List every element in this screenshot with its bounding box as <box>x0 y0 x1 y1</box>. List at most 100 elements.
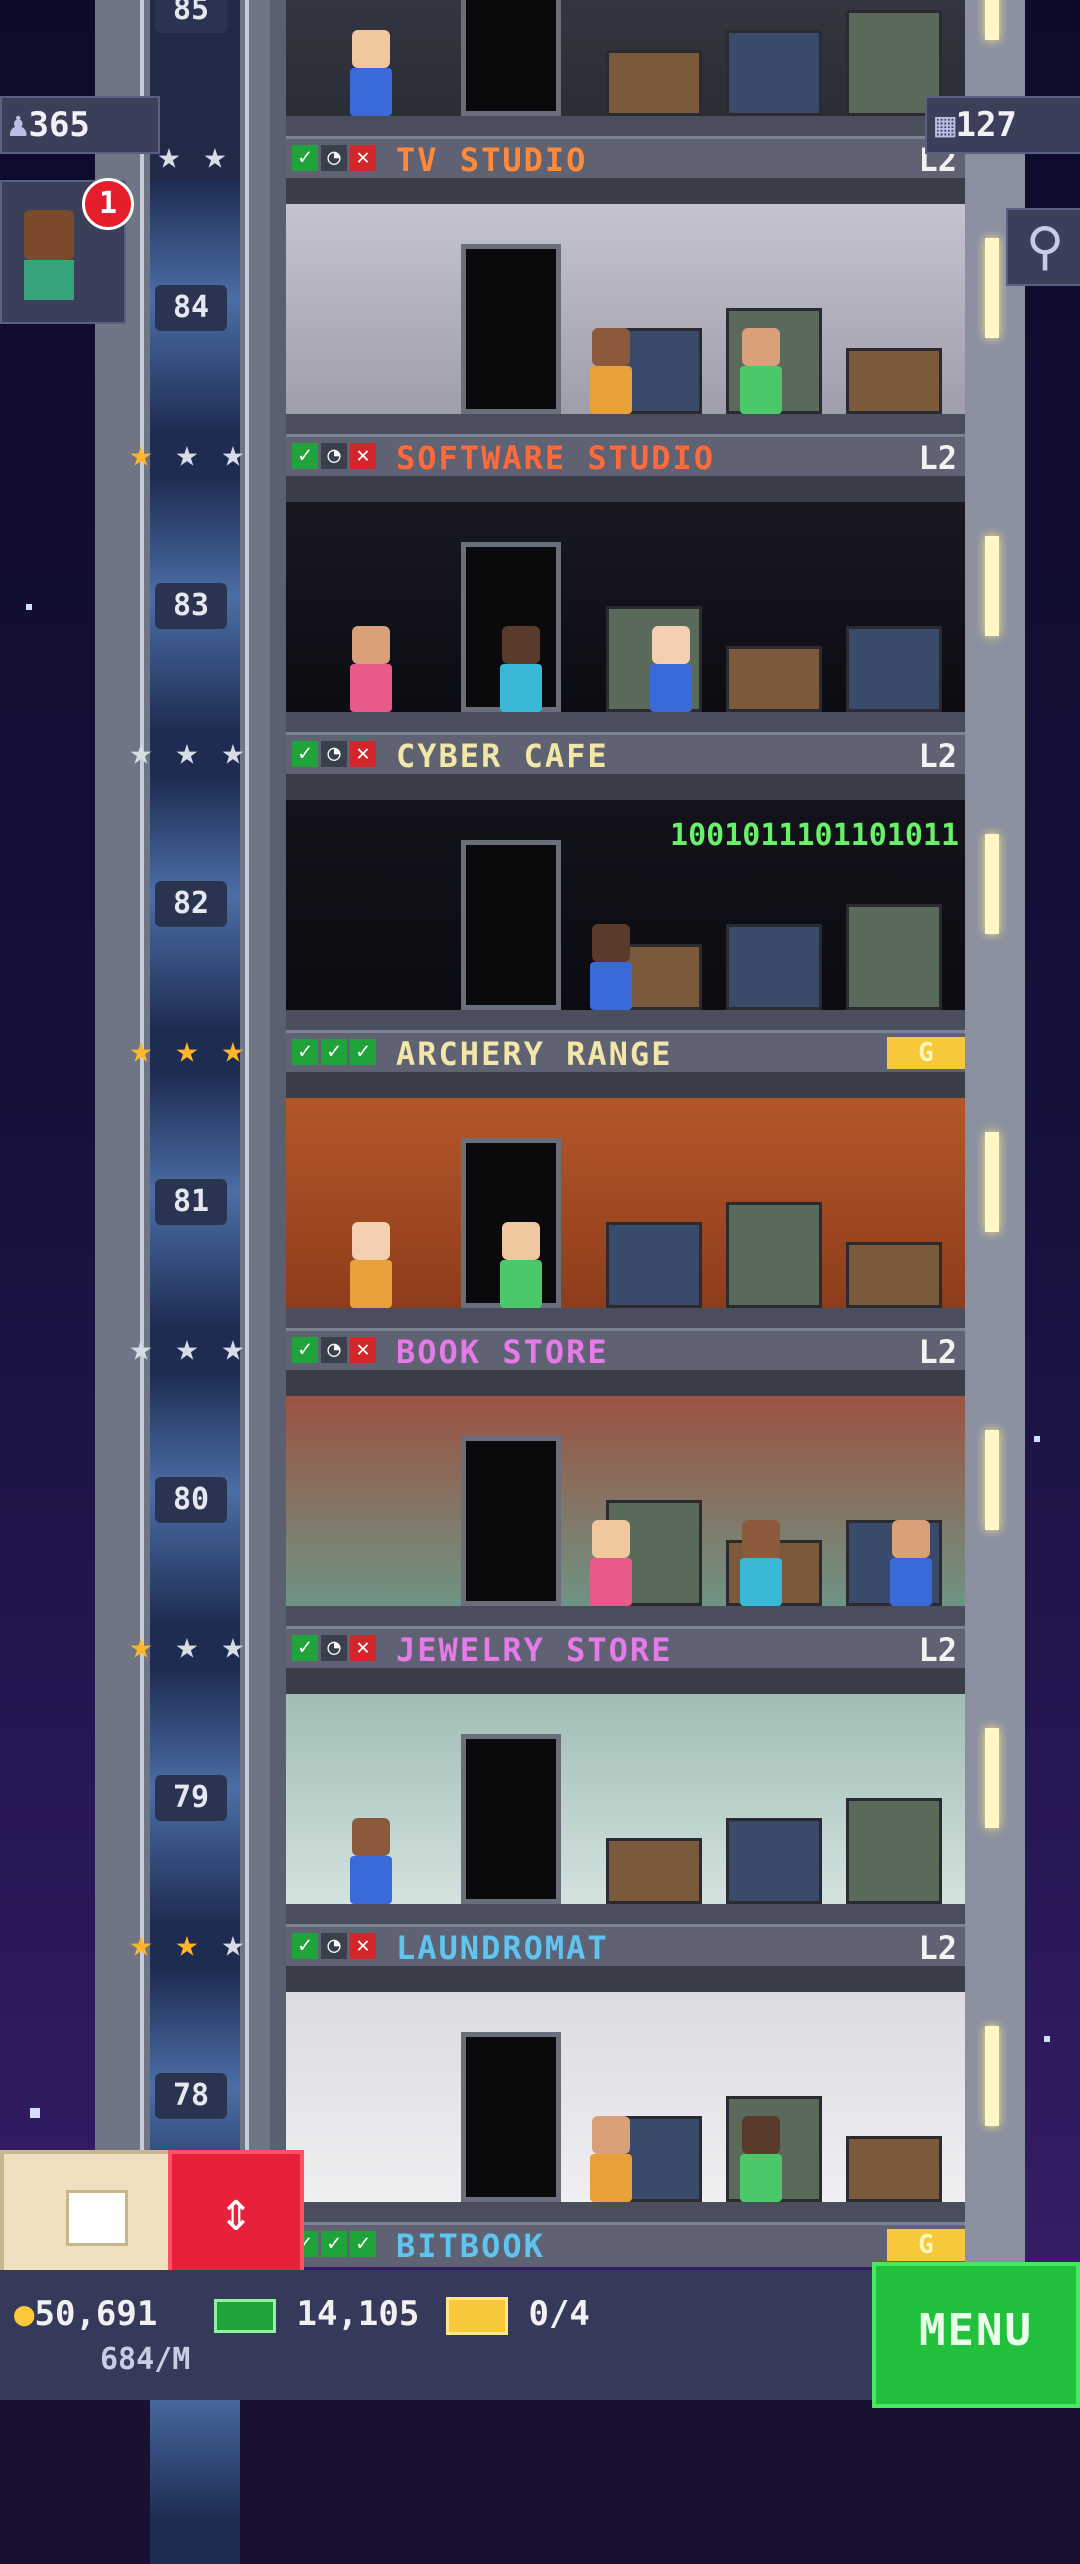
silver-star-icon: ★ <box>221 1325 245 1369</box>
elevator-toggle-button[interactable]: ⇕ <box>168 2150 304 2280</box>
furniture <box>846 904 942 1010</box>
ceiling <box>286 1370 965 1396</box>
floor-label-bar-82[interactable]: ✓ ✓ ✓ ARCHERY RANGE G <box>286 1030 965 1075</box>
floor-number: 85 <box>155 0 227 33</box>
bitizen-avatar[interactable] <box>736 2116 786 2202</box>
floor-name: CYBER CAFE <box>396 737 609 775</box>
floor-strip <box>286 1010 965 1030</box>
floor-label-bar-79[interactable]: ✓ ◔ ✕ LAUNDROMAT L2 <box>286 1924 965 1969</box>
bitizen-avatar[interactable] <box>736 328 786 414</box>
elevator-door <box>461 1734 561 1904</box>
bitizen-avatar[interactable] <box>496 626 546 712</box>
bitizen-avatar[interactable] <box>586 2116 636 2202</box>
floor-number: 79 <box>155 1775 227 1821</box>
ceiling <box>286 476 965 502</box>
elevator-door <box>461 0 561 116</box>
floor-room-80[interactable] <box>286 1370 965 1626</box>
floor-room-82[interactable]: 100101110110101​1 <box>286 774 965 1030</box>
floor-label-bar-83[interactable]: ✓ ◔ ✕ CYBER CAFE L2 <box>286 732 965 777</box>
silver-star-icon: ★ <box>221 729 245 773</box>
bitizen-avatar[interactable] <box>646 626 696 712</box>
floor-label-bar-81[interactable]: ✓ ◔ ✕ BOOK STORE L2 <box>286 1328 965 1373</box>
wall-light <box>985 2026 999 2126</box>
gold-star-icon: ★ <box>129 1623 153 1667</box>
floor-label-bar-85[interactable]: ✓ ◔ ✕ TV STUDIO L2 <box>286 136 965 181</box>
floor-room-78[interactable] <box>286 1966 965 2222</box>
population-counter[interactable]: ♟365 <box>0 96 160 154</box>
check-icon: ✓ <box>321 1039 347 1065</box>
check-icon: ✓ <box>292 1337 318 1363</box>
floor-stars: ★ ★ ★ <box>120 432 254 478</box>
build-crate-button[interactable] <box>0 2150 178 2280</box>
gold-floor-badge: G <box>887 1037 965 1069</box>
ceiling <box>286 1072 965 1098</box>
bitizen-avatar[interactable] <box>586 1520 636 1606</box>
ticket-icon <box>446 2296 508 2335</box>
floor-label-bar-80[interactable]: ✓ ◔ ✕ JEWELRY STORE L2 <box>286 1626 965 1671</box>
bitizen-avatar[interactable] <box>586 924 636 1010</box>
check-icon: ✓ <box>350 1039 376 1065</box>
floor-label-bar-84[interactable]: ✓ ◔ ✕ SOFTWARE STUDIO L2 <box>286 434 965 479</box>
floor-level: L2 <box>918 1631 957 1669</box>
cross-icon: ✕ <box>350 741 376 767</box>
floor-strip <box>286 712 965 732</box>
floor-strip <box>286 1606 965 1626</box>
clock-icon: ◔ <box>321 1635 347 1661</box>
floor-stars: ★ ★ ★ <box>120 1624 254 1670</box>
bitizen-avatar[interactable] <box>586 328 636 414</box>
bux-counter[interactable]: ▦127 <box>925 96 1080 154</box>
notification-badge: 1 <box>82 178 134 230</box>
coin-icon: ● <box>14 2294 35 2334</box>
bitizen-avatar[interactable] <box>346 1222 396 1308</box>
silver-star-icon: ★ <box>129 729 153 773</box>
visitor-notification-button[interactable]: 1 <box>0 178 134 324</box>
elevator-door <box>461 2032 561 2202</box>
coins-display[interactable]: ●50,691 <box>14 2294 157 2334</box>
bitizen-avatar[interactable] <box>346 626 396 712</box>
floor-stars: ★ ★ ★ <box>120 1326 254 1372</box>
bux-display[interactable]: 14,105 <box>214 2294 419 2334</box>
bitizen-avatar[interactable] <box>886 1520 936 1606</box>
visitor-avatar <box>24 210 74 260</box>
furniture <box>726 30 822 116</box>
binary-display: 100101110110101​1 <box>670 818 959 853</box>
floor-room-83[interactable] <box>286 476 965 732</box>
cross-icon: ✕ <box>350 1337 376 1363</box>
floor-number: 78 <box>155 2073 227 2119</box>
bitizen-avatar[interactable] <box>346 1818 396 1904</box>
elevator-door <box>461 1436 561 1606</box>
floor-number: 81 <box>155 1179 227 1225</box>
stock-status-icons: ✓ ◔ ✕ <box>292 443 376 469</box>
silver-star-icon: ★ <box>175 1325 199 1369</box>
floor-name: BITBOOK <box>396 2227 545 2265</box>
floor-name: SOFTWARE STUDIO <box>396 439 715 477</box>
ceiling <box>286 1966 965 1992</box>
floor-stars: ★ ★ ★ <box>120 1922 254 1968</box>
bitizen-avatar[interactable] <box>496 1222 546 1308</box>
wall-light <box>985 0 999 40</box>
floor-room-85[interactable] <box>286 0 965 136</box>
tower-left-wall <box>270 0 286 2270</box>
floor-room-81[interactable] <box>286 1072 965 1328</box>
check-icon: ✓ <box>292 145 318 171</box>
furniture <box>846 2136 942 2202</box>
search-icon[interactable]: ⚲ <box>1006 208 1080 286</box>
bitizen-avatar[interactable] <box>736 1520 786 1606</box>
star-sparkle <box>30 2108 40 2118</box>
floor-label-bar-78[interactable]: ✓ ✓ ✓ BITBOOK G <box>286 2222 965 2267</box>
gold-star-icon: ★ <box>129 1027 153 1071</box>
floor-room-79[interactable] <box>286 1668 965 1924</box>
check-icon: ✓ <box>292 1933 318 1959</box>
bitizen-avatar[interactable] <box>346 30 396 116</box>
menu-button[interactable]: MENU <box>872 2262 1080 2408</box>
silver-star-icon: ★ <box>221 431 245 475</box>
silver-star-icon: ★ <box>175 431 199 475</box>
stock-status-icons: ✓ ✓ ✓ <box>292 1039 376 1065</box>
star-sparkle <box>1044 2036 1050 2042</box>
furniture <box>726 1202 822 1308</box>
floor-room-84[interactable] <box>286 178 965 434</box>
floor-strip <box>286 116 965 136</box>
clock-icon: ◔ <box>321 1337 347 1363</box>
floor-name: ARCHERY RANGE <box>396 1035 673 1073</box>
tickets-display[interactable]: 0/4 <box>446 2294 590 2335</box>
